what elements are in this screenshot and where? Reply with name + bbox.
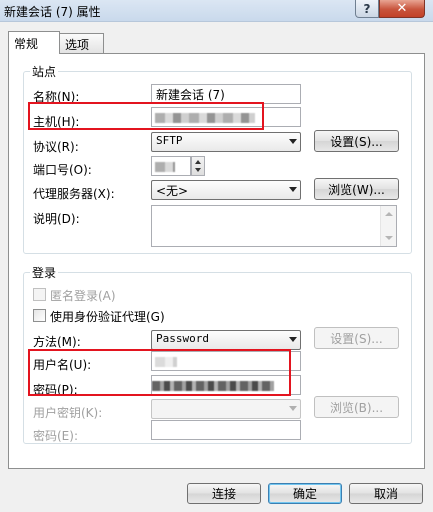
chevron-down-icon	[289, 337, 297, 342]
port-field[interactable]	[151, 156, 191, 176]
login-group-title: 登录	[30, 264, 59, 281]
auth-agent-checkbox[interactable]	[33, 309, 46, 322]
close-button[interactable]: ✕	[379, 0, 425, 18]
protocol-value: SFTP	[156, 134, 183, 147]
proxy-browse-button[interactable]: 浏览(W)...	[314, 178, 399, 200]
port-stepper[interactable]	[191, 156, 205, 176]
proxy-dropdown[interactable]: <无>	[151, 180, 301, 200]
description-scrollbar[interactable]	[380, 206, 396, 246]
connect-button[interactable]: 连接	[187, 483, 261, 504]
passphrase-label: 密码(E):	[33, 429, 78, 443]
proxy-value: <无>	[156, 184, 189, 198]
proxy-label: 代理服务器(X):	[33, 187, 115, 201]
method-value: Password	[156, 332, 209, 345]
cancel-button[interactable]: 取消	[349, 483, 423, 504]
name-field[interactable]: 新建会话 (7)	[151, 84, 301, 104]
stepper-up-icon[interactable]	[195, 160, 201, 164]
protocol-label: 协议(R):	[33, 140, 79, 154]
tab-general[interactable]: 常规	[8, 31, 60, 54]
user-key-dropdown[interactable]	[151, 399, 301, 419]
credentials-highlight-box	[28, 349, 291, 396]
method-dropdown[interactable]: Password	[151, 330, 301, 350]
help-button[interactable]: ?	[355, 0, 379, 18]
ok-button[interactable]: 确定	[268, 483, 342, 504]
stepper-down-icon[interactable]	[195, 168, 201, 172]
host-highlight-box	[28, 102, 264, 130]
window-title: 新建会话 (7) 属性	[4, 5, 101, 19]
passphrase-field[interactable]	[151, 420, 301, 440]
port-label: 端口号(O):	[33, 163, 92, 177]
protocol-dropdown[interactable]: SFTP	[151, 132, 301, 152]
method-label: 方法(M):	[33, 335, 81, 349]
scroll-up-icon[interactable]	[385, 212, 393, 216]
auth-agent-label: 使用身份验证代理(G)	[50, 310, 165, 324]
redacted-port	[155, 162, 175, 172]
chevron-down-icon	[289, 187, 297, 192]
site-group-title: 站点	[30, 63, 59, 80]
user-key-browse-button[interactable]: 浏览(B)...	[314, 396, 399, 418]
anonymous-login-label: 匿名登录(A)	[50, 289, 116, 303]
chevron-down-icon	[289, 139, 297, 144]
protocol-settings-button[interactable]: 设置(S)...	[314, 130, 399, 152]
chevron-down-icon	[289, 406, 297, 411]
scroll-down-icon[interactable]	[385, 236, 393, 240]
description-label: 说明(D):	[33, 212, 80, 226]
user-key-label: 用户密钥(K):	[33, 406, 103, 420]
anonymous-login-checkbox[interactable]	[33, 288, 46, 301]
method-settings-button[interactable]: 设置(S)...	[314, 327, 399, 349]
description-textarea[interactable]	[151, 205, 397, 247]
tab-options[interactable]: 选项	[59, 33, 104, 53]
